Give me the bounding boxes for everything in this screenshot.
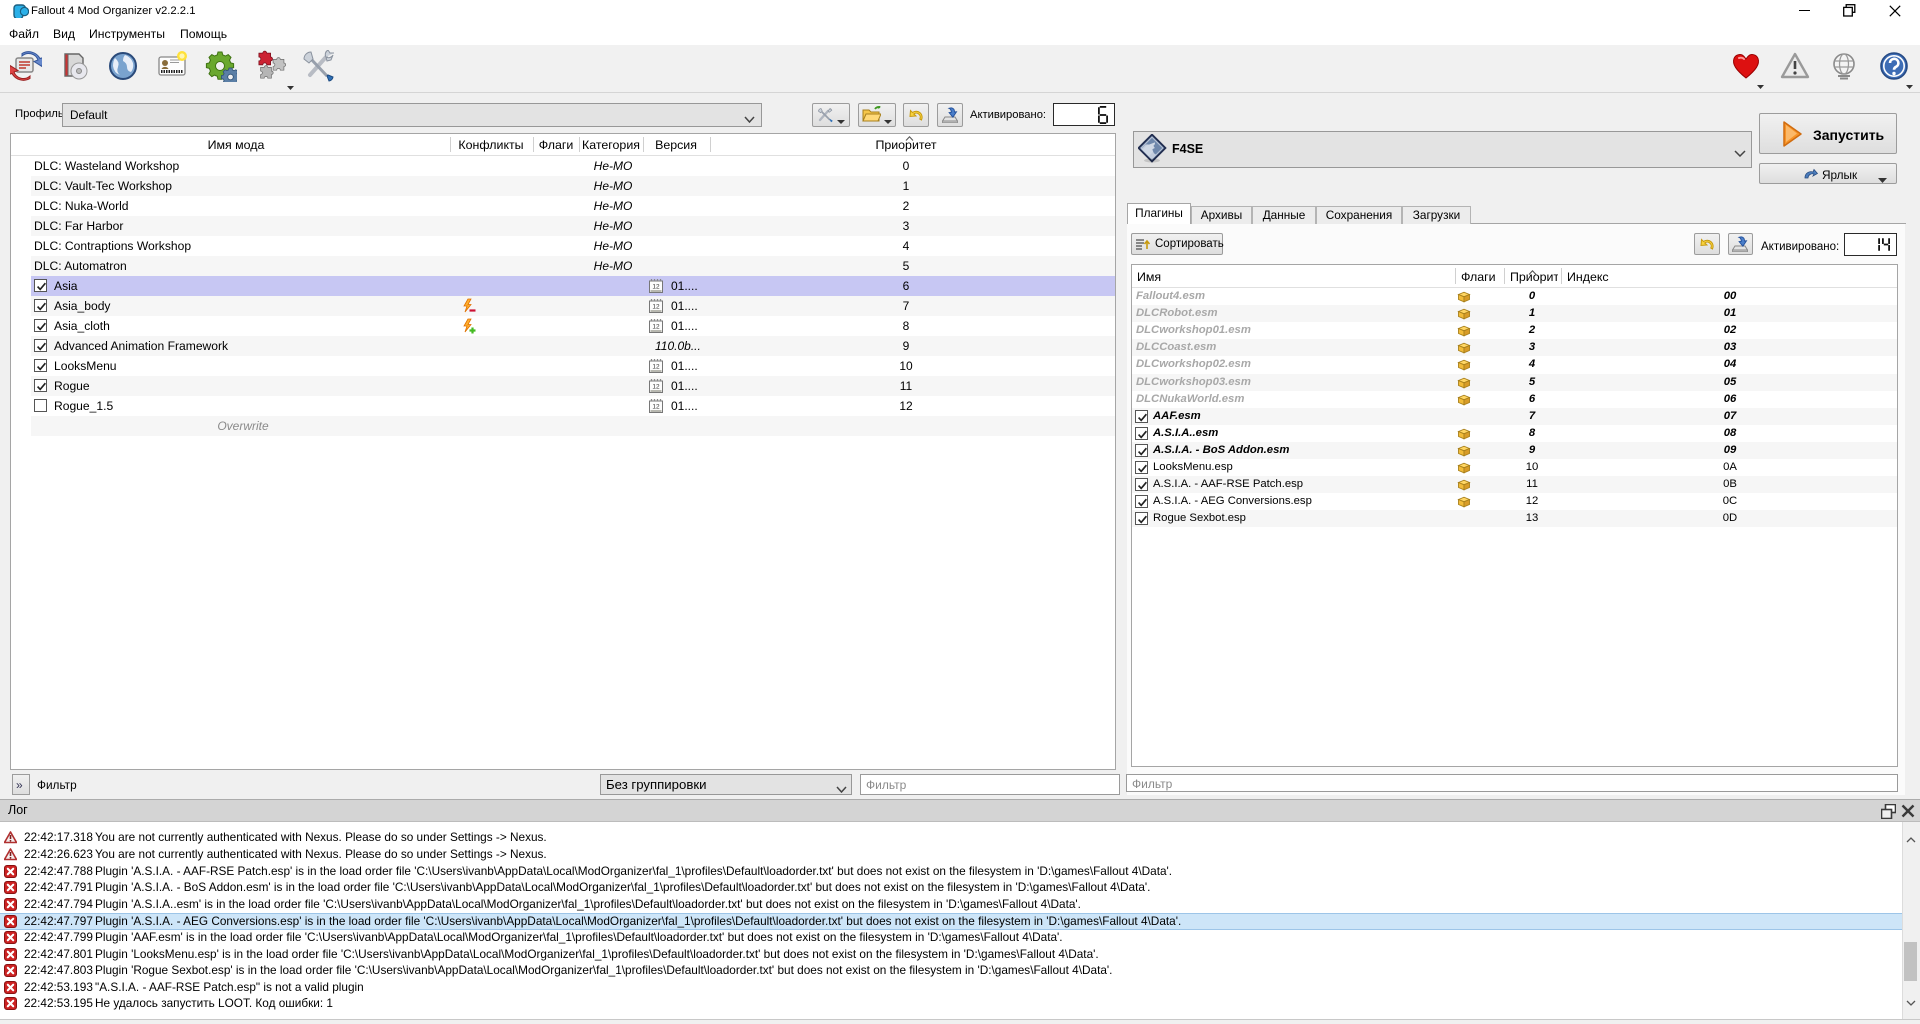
svg-text:12: 12 bbox=[652, 324, 660, 331]
svg-text:12: 12 bbox=[652, 384, 660, 391]
svg-text:12: 12 bbox=[652, 364, 660, 371]
svg-text:12: 12 bbox=[652, 404, 660, 411]
svg-text:12: 12 bbox=[652, 304, 660, 311]
svg-text:12: 12 bbox=[652, 284, 660, 291]
